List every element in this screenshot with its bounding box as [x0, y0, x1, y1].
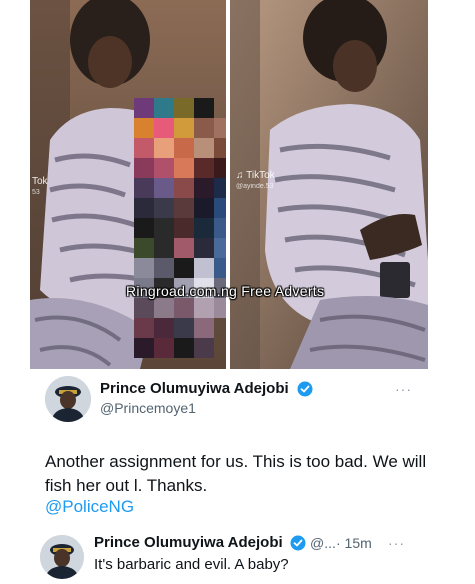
- author-handle[interactable]: @Princemoye1: [100, 400, 196, 416]
- reply-text: It's barbaric and evil. A baby?: [94, 556, 289, 573]
- tweet-media[interactable]: Tok 53 ♫ TikTok @ayinde.53: [30, 0, 428, 369]
- verified-badge-icon: [297, 381, 313, 397]
- reply-more-options-icon[interactable]: ···: [388, 535, 405, 551]
- tiktok-watermark-right-label: ♫ TikTok: [236, 170, 275, 181]
- tiktok-watermark-left-handle: 53: [32, 189, 40, 196]
- tiktok-watermark-right-handle: @ayinde.53: [236, 183, 274, 190]
- reply-author-name[interactable]: Prince Olumuyiwa Adejobi: [94, 534, 283, 551]
- video-still-left[interactable]: Tok 53: [30, 0, 226, 369]
- mention-link[interactable]: @PoliceNG: [45, 497, 134, 517]
- tiktok-watermark-right-text: TikTok: [246, 170, 275, 181]
- tweet-more-options-icon[interactable]: ···: [395, 381, 412, 397]
- author-avatar[interactable]: [45, 376, 91, 422]
- tiktok-logo-icon: ♫: [236, 170, 244, 181]
- video-still-left-image: [30, 0, 226, 369]
- author-name[interactable]: Prince Olumuyiwa Adejobi: [100, 380, 289, 397]
- tiktok-watermark-left-label: Tok: [32, 176, 48, 187]
- tweet-text: Another assignment for us. This is too b…: [45, 452, 427, 495]
- tiktok-watermark-right: ♫ TikTok @ayinde.53: [236, 170, 275, 192]
- reply-avatar-image: [40, 535, 84, 579]
- reply-timestamp[interactable]: · 15m: [336, 535, 372, 551]
- advert-overlay-text: Ringroad.com.ng Free Adverts: [126, 283, 325, 299]
- reply-author-avatar[interactable]: [40, 535, 84, 579]
- reply-verified-badge-icon: [290, 535, 306, 551]
- video-still-right[interactable]: ♫ TikTok @ayinde.53: [230, 0, 428, 369]
- reply-author-handle[interactable]: @...: [310, 535, 336, 551]
- avatar-image: [45, 376, 91, 422]
- tiktok-watermark-left: Tok 53: [32, 176, 48, 198]
